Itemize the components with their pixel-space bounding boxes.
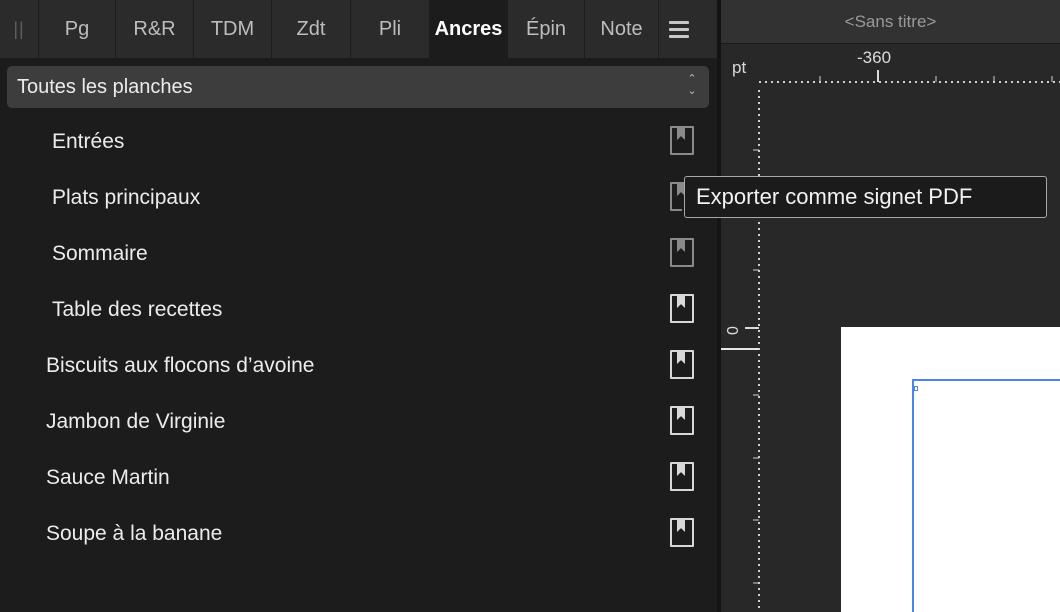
chevron-up-down-icon: ⌃ ⌄ bbox=[687, 73, 697, 97]
hamburger-menu-icon[interactable] bbox=[658, 0, 698, 58]
anchor-marker-icon bbox=[914, 386, 918, 391]
pdf-bookmark-icon[interactable] bbox=[670, 126, 694, 155]
anchor-label: Table des recettes bbox=[52, 298, 223, 321]
list-item[interactable]: Jambon de Virginie bbox=[0, 394, 717, 450]
pdf-bookmark-icon[interactable] bbox=[670, 350, 694, 379]
list-item[interactable]: Plats principaux bbox=[0, 170, 717, 226]
scope-select-value: Toutes les planches bbox=[17, 75, 193, 98]
tab-find-replace[interactable]: R&R bbox=[115, 0, 193, 58]
anchor-list: Entrées Plats principaux Sommaire Table … bbox=[0, 114, 717, 562]
list-item[interactable]: Table des recettes bbox=[0, 282, 717, 338]
pdf-bookmark-icon[interactable] bbox=[670, 294, 694, 323]
scope-select[interactable]: Toutes les planches ⌃ ⌄ bbox=[7, 66, 709, 108]
tab-spine[interactable]: Épin bbox=[507, 0, 584, 58]
panel-grip-handle[interactable]: || bbox=[0, 0, 38, 58]
list-item[interactable]: Soupe à la banane bbox=[0, 506, 717, 562]
anchor-label: Jambon de Virginie bbox=[46, 410, 226, 433]
anchors-panel: || Pg R&R TDM Zdt Pli Ancres Épin Note T… bbox=[0, 0, 717, 612]
tab-pages[interactable]: Pg bbox=[38, 0, 115, 58]
tab-notes[interactable]: Note bbox=[584, 0, 658, 58]
text-frame-outline[interactable] bbox=[912, 379, 1060, 612]
anchor-label: Biscuits aux flocons d’avoine bbox=[46, 354, 315, 377]
list-item[interactable]: Sommaire bbox=[0, 226, 717, 282]
anchor-label: Plats principaux bbox=[52, 186, 201, 209]
anchor-label: Entrées bbox=[52, 130, 125, 153]
pdf-bookmark-icon[interactable] bbox=[670, 406, 694, 435]
anchor-label: Sauce Martin bbox=[46, 466, 170, 489]
tooltip-text: Exporter comme signet PDF bbox=[696, 184, 973, 209]
tab-anchors[interactable]: Ancres bbox=[429, 0, 507, 58]
ruler-vertical-label: 0 bbox=[725, 326, 742, 335]
tab-text-zones[interactable]: Zdt bbox=[271, 0, 350, 58]
pdf-bookmark-icon[interactable] bbox=[670, 182, 685, 211]
bookmark-tooltip: Exporter comme signet PDF bbox=[684, 176, 1047, 218]
panel-tab-bar: || Pg R&R TDM Zdt Pli Ancres Épin Note bbox=[0, 0, 717, 58]
list-item[interactable]: Sauce Martin bbox=[0, 450, 717, 506]
pdf-bookmark-icon[interactable] bbox=[670, 462, 694, 491]
pdf-bookmark-icon[interactable] bbox=[670, 238, 694, 267]
pdf-bookmark-icon[interactable] bbox=[670, 518, 694, 547]
anchor-label: Sommaire bbox=[52, 242, 148, 265]
list-item[interactable]: Entrées bbox=[0, 114, 717, 170]
document-area: <Sans titre> pt -360 0 bbox=[721, 0, 1060, 612]
tab-toc[interactable]: TDM bbox=[193, 0, 271, 58]
tab-fold[interactable]: Pli bbox=[350, 0, 429, 58]
ruler-horizontal-label: -360 bbox=[857, 48, 892, 67]
anchor-label: Soupe à la banane bbox=[46, 522, 223, 545]
ruler-unit-label: pt bbox=[732, 58, 747, 77]
list-item[interactable]: Biscuits aux flocons d’avoine bbox=[0, 338, 717, 394]
